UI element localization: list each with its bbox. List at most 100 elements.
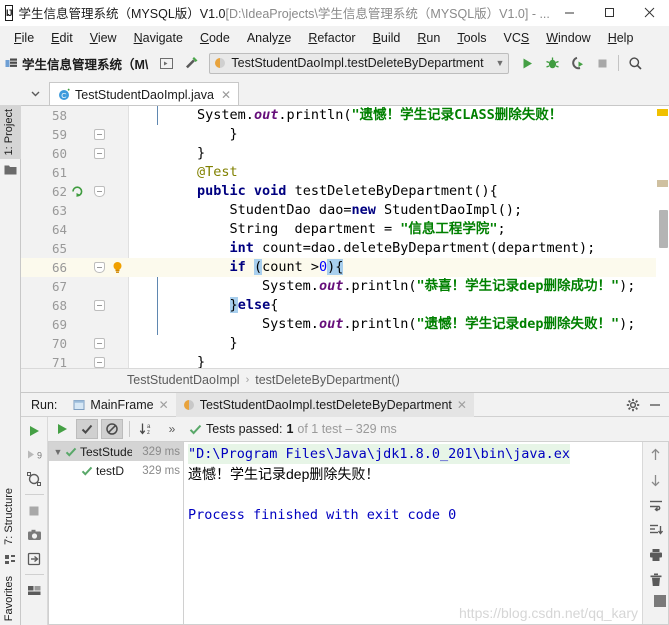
gutter-line[interactable]: 64 xyxy=(21,220,128,239)
fold-marker[interactable] xyxy=(94,338,105,349)
sidebar-item-favorites[interactable]: Favorites xyxy=(0,572,21,625)
sort-alphabetically-icon[interactable]: a z xyxy=(136,419,158,439)
scroll-down-icon[interactable] xyxy=(646,471,666,489)
menu-item-file[interactable]: File xyxy=(6,29,42,47)
code-line[interactable]: int count=dao.deleteByDepartment(departm… xyxy=(128,239,669,258)
run-tab-mainframe[interactable]: MainFrame ✕ xyxy=(66,393,175,417)
gutter-line[interactable]: 63 xyxy=(21,201,128,220)
run-icon[interactable] xyxy=(516,52,538,74)
debug-icon[interactable] xyxy=(541,52,563,74)
show-passed-toggle[interactable] xyxy=(76,419,98,439)
breadcrumb-item-method[interactable]: testDeleteByDepartment() xyxy=(255,373,400,387)
fold-marker[interactable] xyxy=(94,262,105,273)
gutter-line[interactable]: 65 xyxy=(21,239,128,258)
trash-icon[interactable] xyxy=(646,571,666,589)
test-results-tree[interactable]: ▼TestStudentDaoImpl329 mstestDeleteByDep… xyxy=(48,441,183,625)
code-line[interactable]: } xyxy=(128,125,669,144)
breadcrumb[interactable]: TestStudentDaoImpl › testDeleteByDepartm… xyxy=(21,368,669,390)
gutter-line[interactable]: 61 xyxy=(21,163,128,182)
menu-item-navigate[interactable]: Navigate xyxy=(126,29,191,47)
fold-marker[interactable] xyxy=(94,300,105,311)
breadcrumb-item-class[interactable]: TestStudentDaoImpl xyxy=(127,373,240,387)
run-with-coverage-icon[interactable] xyxy=(566,52,588,74)
print-icon[interactable] xyxy=(646,546,666,564)
menu-item-run[interactable]: Run xyxy=(409,29,448,47)
editor-code-area[interactable]: System.out.println("遗憾！学生记录CLASS删除失败！ } … xyxy=(128,106,669,368)
resize-corner[interactable] xyxy=(654,595,666,607)
layout-icon[interactable] xyxy=(23,580,45,601)
intention-bulb-icon[interactable] xyxy=(111,261,124,274)
menu-item-vcs[interactable]: VCS xyxy=(496,29,538,47)
editor-marker-column[interactable] xyxy=(656,106,669,368)
code-line[interactable]: public void testDeleteByDepartment(){ xyxy=(128,182,669,201)
gutter-line[interactable]: 70 xyxy=(21,334,128,353)
console-output[interactable]: "D:\Program Files\Java\jdk1.8.0_201\bin\… xyxy=(184,442,642,624)
rerun-failed-icon[interactable]: 9 xyxy=(23,444,45,465)
editor-gutter[interactable]: 58 59 60 61 62 63 64 65 66 67 68 69 70 71 xyxy=(21,106,128,368)
sidebar-item-project[interactable]: 1: Project xyxy=(0,105,21,160)
minimize-icon[interactable] xyxy=(645,395,665,415)
search-everywhere-icon[interactable] xyxy=(624,52,646,74)
menu-item-edit[interactable]: Edit xyxy=(43,29,81,47)
fold-marker[interactable] xyxy=(94,357,105,368)
run-tab-testdeletebydepartment[interactable]: TestStudentDaoImpl.testDeleteByDepartmen… xyxy=(175,392,474,417)
show-ignored-toggle[interactable] xyxy=(101,419,123,439)
menu-item-analyze[interactable]: Analyze xyxy=(239,29,299,47)
code-line[interactable]: } xyxy=(128,353,669,368)
project-structure-icon[interactable] xyxy=(155,52,177,74)
code-line[interactable]: String department = "信息工程学院"; xyxy=(128,220,669,239)
close-button[interactable] xyxy=(630,0,669,26)
code-line[interactable]: System.out.println("遗憾！学生记录dep删除失败！"); xyxy=(128,315,669,334)
gutter-line[interactable]: 66 xyxy=(21,258,128,277)
collapse-chevron-icon[interactable] xyxy=(21,81,49,106)
run-configuration-selector[interactable]: TestStudentDaoImpl.testDeleteByDepartmen… xyxy=(209,52,510,74)
code-line[interactable]: @Test xyxy=(128,163,669,182)
build-hammer-icon[interactable] xyxy=(180,52,202,74)
menu-item-window[interactable]: Window xyxy=(538,29,598,47)
gutter-line[interactable]: 60 xyxy=(21,144,128,163)
maximize-button[interactable] xyxy=(590,0,630,26)
export-icon[interactable] xyxy=(23,548,45,569)
code-editor[interactable]: 58 59 60 61 62 63 64 65 66 67 68 69 70 71 System.out.… xyxy=(21,105,669,368)
soft-wrap-icon[interactable] xyxy=(646,496,666,514)
menu-item-help[interactable]: Help xyxy=(600,29,642,47)
screenshot-icon[interactable] xyxy=(23,524,45,545)
sidebar-item-structure[interactable]: 7: Structure xyxy=(0,484,21,549)
gutter-line[interactable]: 62 xyxy=(21,182,128,201)
menu-item-tools[interactable]: Tools xyxy=(449,29,494,47)
code-line[interactable]: System.out.println("恭喜！学生记录dep删除成功！"); xyxy=(128,277,669,296)
editor-tab-teststudentdaoimpl[interactable]: C TestStudentDaoImpl.java ✕ xyxy=(49,82,240,106)
gutter-line[interactable]: 71 xyxy=(21,353,128,368)
more-options-icon[interactable]: » xyxy=(161,419,183,439)
gutter-line[interactable]: 69 xyxy=(21,315,128,334)
rerun-icon[interactable] xyxy=(23,420,45,441)
warning-marker[interactable] xyxy=(657,109,668,116)
close-icon[interactable]: ✕ xyxy=(159,398,169,412)
menu-item-view[interactable]: View xyxy=(82,29,125,47)
close-icon[interactable]: ✕ xyxy=(457,398,467,412)
stop-icon[interactable] xyxy=(23,500,45,521)
gutter-line[interactable]: 67 xyxy=(21,277,128,296)
run-test-icon[interactable] xyxy=(71,185,84,198)
chevron-down-icon[interactable]: ▼ xyxy=(495,58,504,68)
stop-icon[interactable] xyxy=(591,52,613,74)
code-line[interactable]: StudentDao dao=new StudentDaoImpl(); xyxy=(128,201,669,220)
code-line[interactable]: System.out.println("遗憾！学生记录CLASS删除失败！ xyxy=(128,106,669,125)
code-line[interactable]: } xyxy=(128,334,669,353)
gutter-line[interactable]: 58 xyxy=(21,106,128,125)
code-line[interactable]: }else{ xyxy=(128,296,669,315)
toggle-auto-test-icon[interactable] xyxy=(23,468,45,489)
gutter-line[interactable]: 68 xyxy=(21,296,128,315)
editor-scrollbar-thumb[interactable] xyxy=(659,210,668,248)
code-line[interactable]: if (count >0){ xyxy=(128,258,669,277)
test-tree-row[interactable]: testDeleteByDepartment 329 ms xyxy=(49,461,183,480)
chevron-down-icon[interactable]: ▼ xyxy=(51,447,65,457)
minimize-button[interactable] xyxy=(550,0,590,26)
scroll-to-end-icon[interactable] xyxy=(646,521,666,539)
fold-marker[interactable] xyxy=(94,186,105,197)
menu-item-refactor[interactable]: Refactor xyxy=(300,29,363,47)
menu-item-build[interactable]: Build xyxy=(365,29,409,47)
close-icon[interactable]: ✕ xyxy=(221,88,231,102)
test-tree-row[interactable]: ▼ TestStudentDaoImpl 329 ms xyxy=(49,442,183,461)
run-icon[interactable] xyxy=(51,419,73,439)
